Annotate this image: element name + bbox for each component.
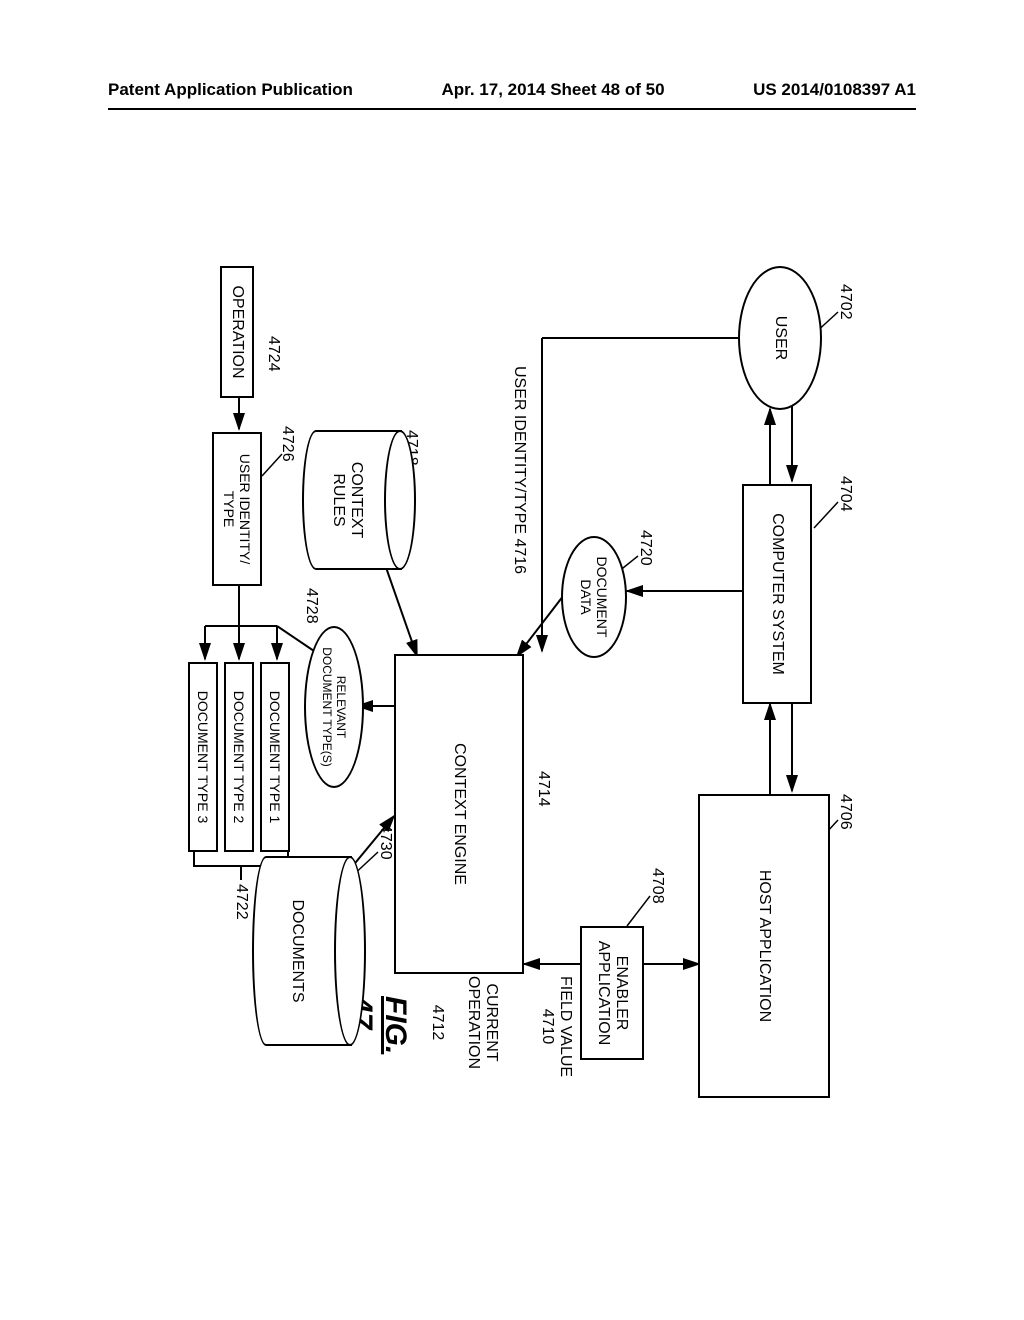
doc-type-1-label: DOCUMENT TYPE 1 — [267, 691, 283, 824]
operation-label: OPERATION — [228, 285, 246, 378]
computer-system-node: COMPUTER SYSTEM — [742, 484, 812, 704]
relevant-doc-types-node: RELEVANT DOCUMENT TYPE(S) — [304, 626, 364, 788]
relevant-doc-types-ref: 4728 — [302, 588, 320, 624]
doc-type-3-label: DOCUMENT TYPE 3 — [195, 691, 211, 824]
enabler-application-node: ENABLER APPLICATION — [580, 926, 644, 1060]
current-operation-label: CURRENT OPERATION 4712 — [428, 976, 518, 1069]
user-identity-type-small-label: USER IDENTITY/ TYPE — [221, 454, 253, 564]
document-data-node: DOCUMENT DATA — [561, 536, 627, 658]
context-engine-label: CONTEXT ENGINE — [450, 743, 468, 885]
host-application-node: HOST APPLICATION — [698, 794, 830, 1098]
document-data-ref: 4720 — [636, 530, 654, 566]
relevant-doc-types-label: RELEVANT DOCUMENT TYPE(S) — [320, 647, 348, 767]
user-label: USER — [771, 316, 789, 360]
figure-47-diagram: USER 4702 COMPUTER SYSTEM 4704 HOST APPL… — [2, 276, 1022, 1084]
user-ref: 4702 — [836, 284, 854, 320]
doc-type-3-node: DOCUMENT TYPE 3 — [188, 662, 218, 852]
document-data-label: DOCUMENT DATA — [578, 557, 610, 638]
operation-ref: 4724 — [264, 336, 282, 372]
documents-node: DOCUMENTS — [252, 856, 352, 1046]
computer-system-ref: 4704 — [836, 476, 854, 512]
operation-node: OPERATION — [220, 266, 254, 398]
context-engine-node: CONTEXT ENGINE — [394, 654, 524, 974]
documents-ref: 4730 — [376, 824, 394, 860]
computer-system-label: COMPUTER SYSTEM — [768, 513, 786, 675]
header-left: Patent Application Publication — [108, 80, 353, 100]
header-center: Apr. 17, 2014 Sheet 48 of 50 — [442, 80, 665, 100]
header-right: US 2014/0108397 A1 — [753, 80, 916, 100]
field-value-label: FIELD VALUE 4710 — [538, 976, 574, 1077]
host-application-label: HOST APPLICATION — [755, 870, 773, 1022]
user-node: USER — [738, 266, 822, 410]
enabler-application-ref: 4708 — [648, 868, 666, 904]
doc-type-1-node: DOCUMENT TYPE 1 — [260, 662, 290, 852]
host-application-ref: 4706 — [836, 794, 854, 830]
context-engine-ref: 4714 — [534, 771, 552, 807]
user-identity-type-small-node: USER IDENTITY/ TYPE — [212, 432, 262, 586]
header-rule — [108, 108, 916, 110]
context-rules-node: CONTEXT RULES — [302, 430, 402, 570]
user-identity-type-label: USER IDENTITY/TYPE 4716 — [510, 366, 528, 574]
doc-types-ref: 4722 — [232, 884, 250, 920]
documents-label: DOCUMENTS — [288, 899, 306, 1002]
user-identity-type-small-ref: 4726 — [278, 426, 296, 462]
doc-type-2-label: DOCUMENT TYPE 2 — [231, 691, 247, 824]
page-header: Patent Application Publication Apr. 17, … — [108, 80, 916, 100]
doc-type-2-node: DOCUMENT TYPE 2 — [224, 662, 254, 852]
context-rules-label: CONTEXT RULES — [329, 462, 365, 538]
enabler-application-label: ENABLER APPLICATION — [594, 941, 630, 1046]
